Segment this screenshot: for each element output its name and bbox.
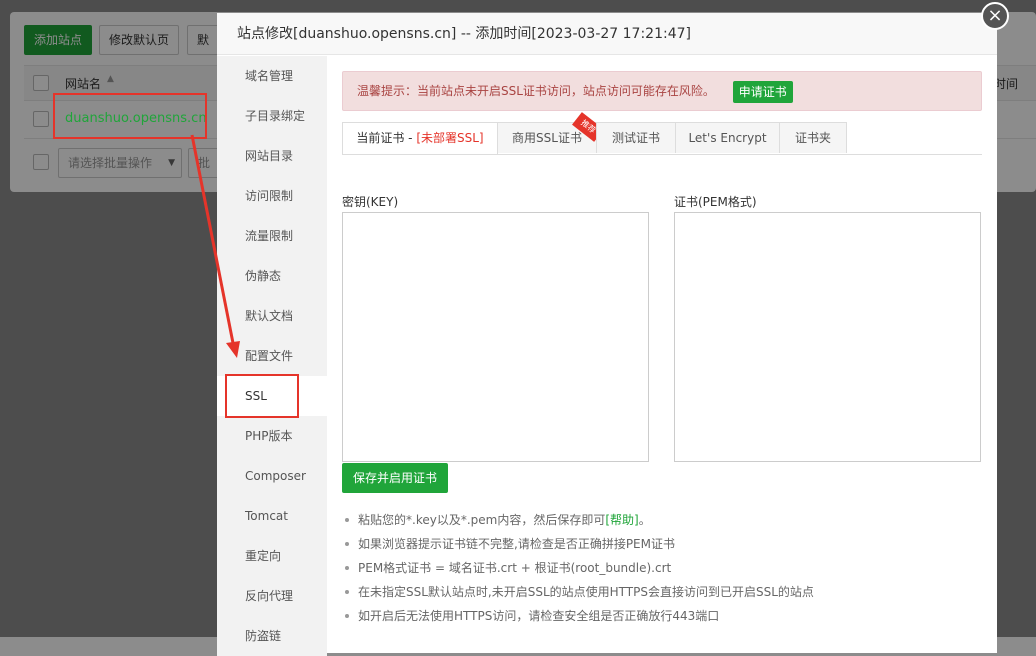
arrow-line	[190, 134, 235, 344]
arrow-head	[226, 341, 240, 358]
close-icon[interactable]: ×	[981, 2, 1009, 30]
annotation-arrow	[190, 134, 240, 358]
